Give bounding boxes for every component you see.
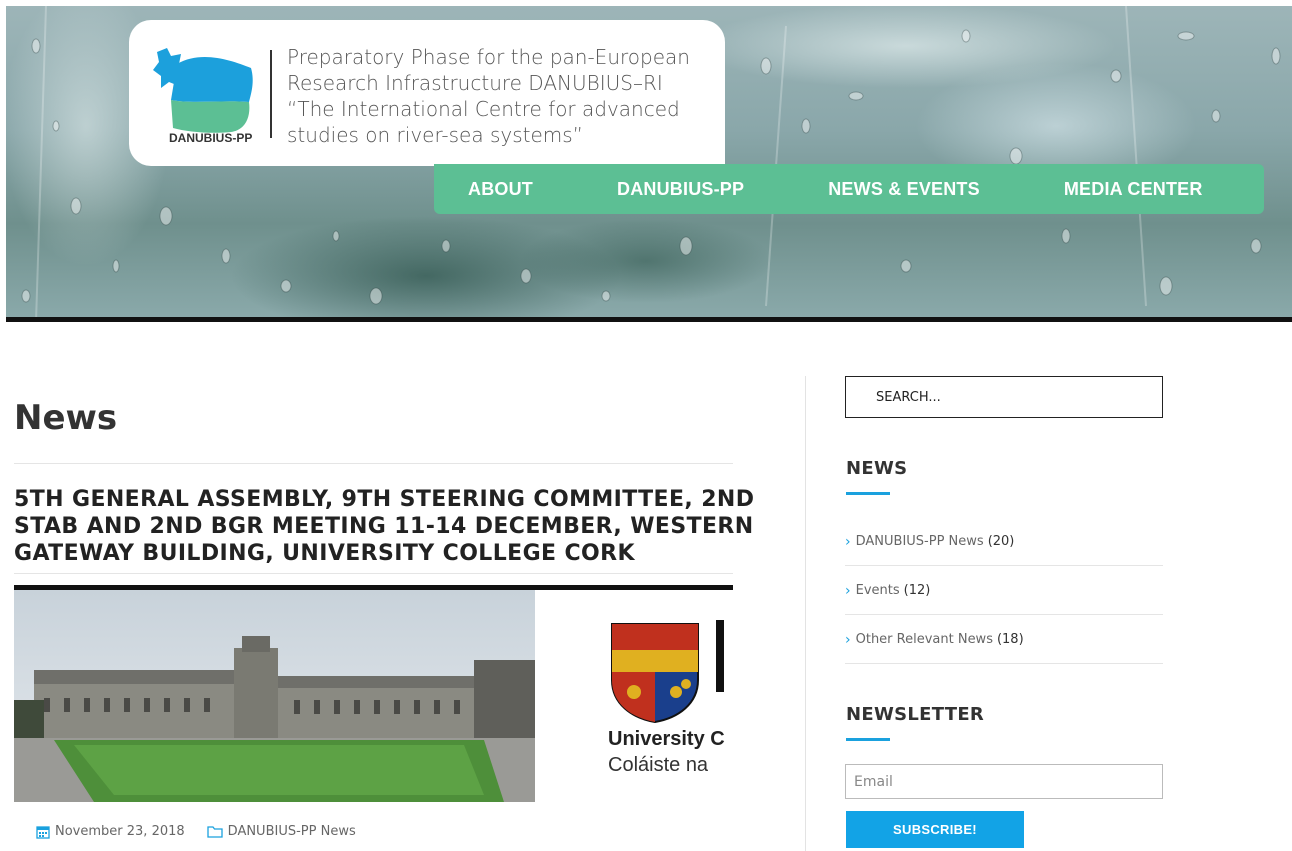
campus-photo (14, 590, 535, 802)
sidebar-divider (805, 376, 806, 851)
nav-item-media-center[interactable]: MEDIA CENTER (1064, 179, 1203, 200)
featured-image[interactable]: University C Coláiste na (14, 590, 733, 802)
article-title-line: STAB AND 2ND BGR MEETING 11-14 DECEMBER,… (14, 514, 754, 539)
article-title-line: GATEWAY BUILDING, UNIVERSITY COLLEGE COR… (14, 541, 635, 566)
article-title-divider (14, 573, 733, 574)
newsletter-widget-title: NEWSLETTER (846, 704, 985, 725)
category-count: (18) (996, 632, 1024, 647)
calendar-icon (36, 825, 50, 839)
search-input[interactable] (845, 376, 1163, 418)
danubius-logo-icon: DANUBIUS-PP (153, 48, 253, 144)
chevron-right-icon: › (845, 631, 851, 648)
category-count: (20) (987, 534, 1015, 549)
svg-text:DANUBIUS-PP: DANUBIUS-PP (169, 131, 252, 144)
site-header: DANUBIUS-PP Preparatory Phase for the pa… (6, 6, 1292, 322)
newsletter-widget-underline (846, 738, 890, 741)
ucc-name: University C (608, 728, 725, 750)
tagline-line: Research Infrastructure DANUBIUS–RI (287, 71, 663, 95)
folder-icon (207, 826, 223, 838)
category-label: DANUBIUS-PP News (855, 534, 984, 549)
category-count: (12) (903, 583, 931, 598)
chevron-right-icon: › (845, 533, 851, 550)
tagline-line: “The International Centre for advanced (287, 97, 680, 121)
ucc-crest-icon (611, 623, 699, 724)
category-item-other-relevant-news[interactable]: › Other Relevant News (18) (845, 616, 1163, 664)
chevron-right-icon: › (845, 582, 851, 599)
ucc-logo: University C Coláiste na (608, 620, 733, 790)
article-category-link[interactable]: DANUBIUS-PP News (228, 824, 356, 839)
tagline-line: Preparatory Phase for the pan-European (287, 45, 690, 69)
category-label: Events (855, 583, 900, 598)
logo-box[interactable]: DANUBIUS-PP Preparatory Phase for the pa… (129, 20, 725, 166)
article-date: November 23, 2018 (55, 824, 185, 839)
site-tagline: Preparatory Phase for the pan-European R… (287, 44, 717, 148)
nav-item-about[interactable]: ABOUT (468, 179, 533, 200)
subscribe-button[interactable]: SUBSCRIBE! (846, 811, 1024, 848)
article-title-line: 5TH GENERAL ASSEMBLY, 9TH STEERING COMMI… (14, 487, 755, 512)
nav-item-news-events[interactable]: NEWS & EVENTS (828, 179, 980, 200)
title-divider (14, 463, 733, 464)
news-widget-title: NEWS (846, 458, 908, 479)
article-title[interactable]: 5TH GENERAL ASSEMBLY, 9TH STEERING COMMI… (14, 486, 755, 567)
nav-item-danubius-pp[interactable]: DANUBIUS-PP (617, 179, 744, 200)
category-item-events[interactable]: › Events (12) (845, 567, 1163, 615)
news-widget-underline (846, 492, 890, 495)
main-nav: ABOUT DANUBIUS-PP NEWS & EVENTS MEDIA CE… (434, 164, 1264, 214)
ucc-irish-name: Coláiste na (608, 754, 709, 776)
article-meta: November 23, 2018 DANUBIUS-PP News (36, 824, 356, 839)
tagline-line: studies on river-sea systems” (287, 123, 584, 147)
email-field[interactable] (845, 764, 1163, 799)
page-title: News (14, 398, 118, 438)
category-label: Other Relevant News (855, 632, 993, 647)
category-item-danubius-pp-news[interactable]: › DANUBIUS-PP News (20) (845, 518, 1163, 566)
logo-divider (270, 50, 272, 138)
ucc-logo-bar (716, 620, 724, 692)
